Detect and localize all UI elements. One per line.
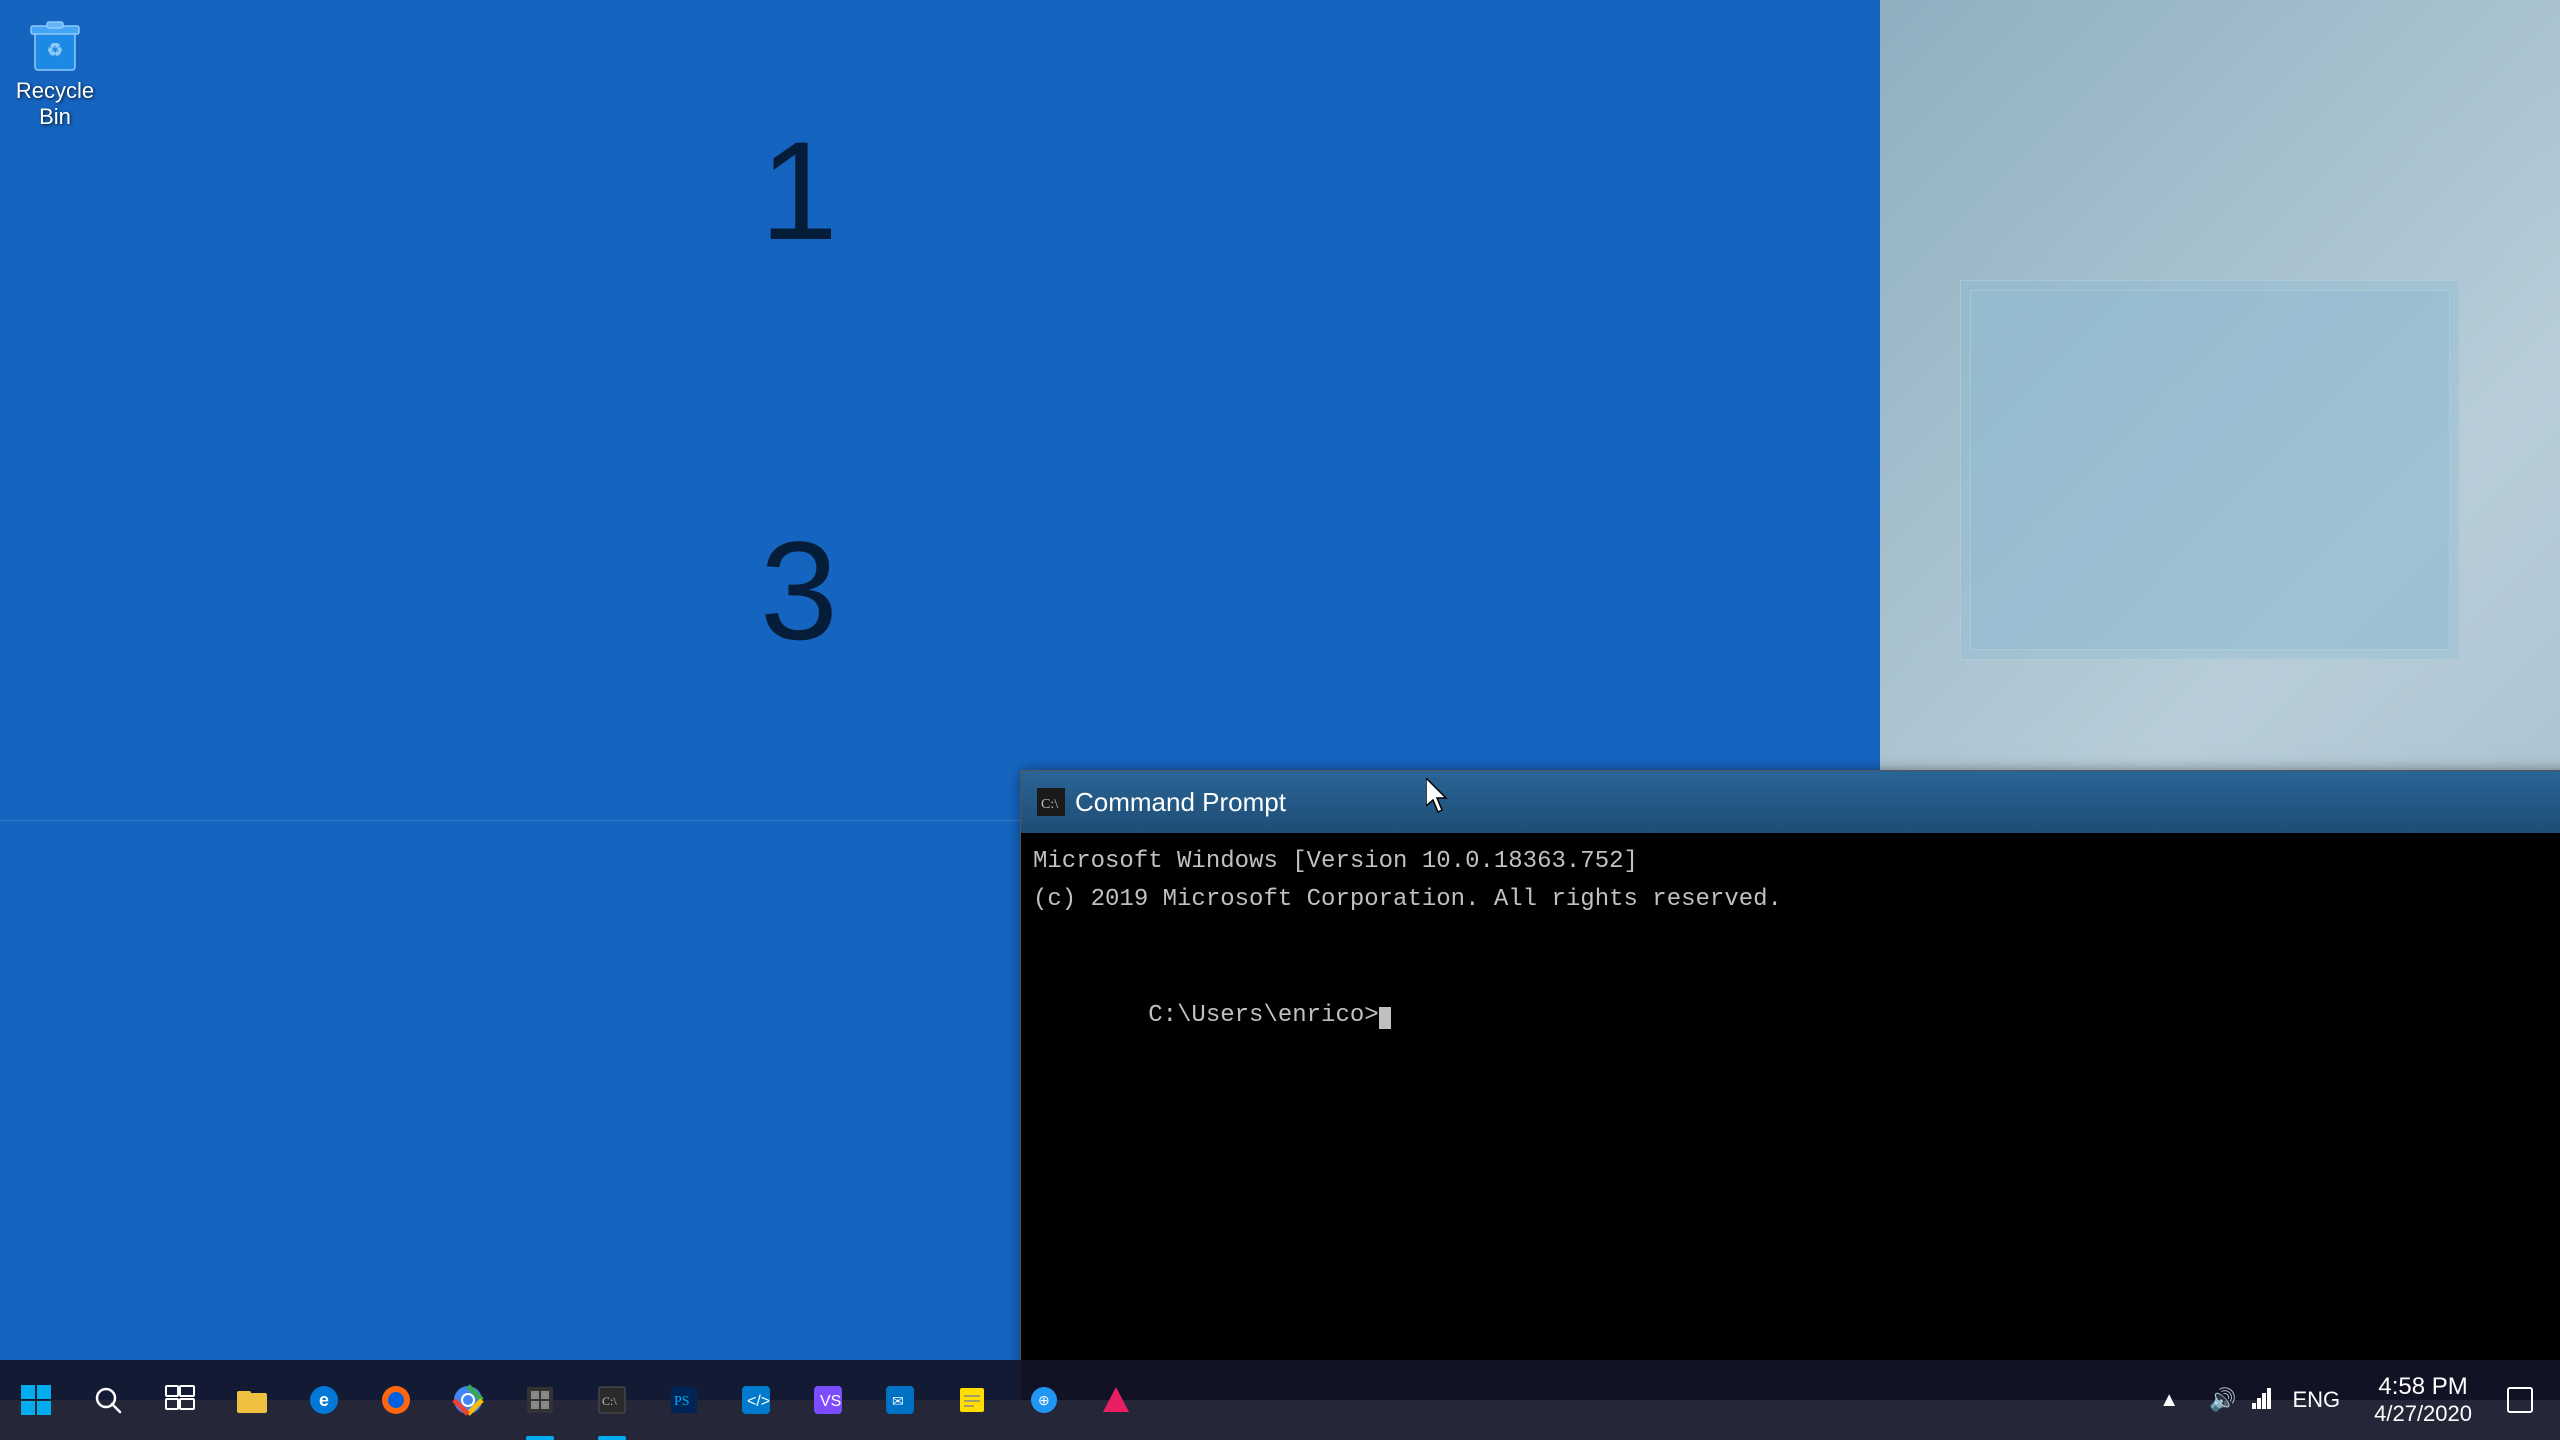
recycle-bin-label: Recycle Bin bbox=[16, 78, 94, 129]
chrome-icon bbox=[452, 1384, 484, 1416]
cmd-titlebar[interactable]: C:\ Command Prompt ─ □ ✕ bbox=[1021, 771, 2560, 833]
app2-icon bbox=[1100, 1384, 1132, 1416]
desktop-label-1: 1 bbox=[760, 110, 838, 272]
clock-time: 4:58 PM bbox=[2374, 1373, 2472, 1401]
powershell-button[interactable]: PS bbox=[648, 1360, 720, 1440]
recycle-bin-svg: ♻ bbox=[23, 10, 87, 74]
svg-text:✉: ✉ bbox=[892, 1393, 904, 1409]
task-view-icon bbox=[165, 1385, 195, 1415]
start-icon bbox=[20, 1384, 52, 1416]
app-icon-1-button[interactable]: ⊕ bbox=[1008, 1360, 1080, 1440]
svg-text:♻: ♻ bbox=[47, 40, 63, 60]
desktop: 1 3 ♻ Recycle Bin C:\ bbox=[0, 0, 2560, 1400]
cmd-app-icon: C:\ bbox=[1037, 788, 1065, 816]
cmd-body[interactable]: Microsoft Windows [Version 10.0.18363.75… bbox=[1021, 833, 2560, 1400]
svg-text:e: e bbox=[319, 1390, 329, 1410]
firefox-icon bbox=[380, 1384, 412, 1416]
taskbar-clock[interactable]: 4:58 PM 4/27/2020 bbox=[2364, 1373, 2482, 1427]
store-icon bbox=[525, 1385, 555, 1415]
taskbar: e C:\ bbox=[0, 1360, 2560, 1440]
cmd-line-3 bbox=[1033, 920, 2560, 958]
system-icons: 🔊 ENG bbox=[2195, 1381, 2354, 1419]
desktop-label-3: 3 bbox=[760, 510, 838, 672]
edge-button[interactable]: e bbox=[288, 1360, 360, 1440]
clock-date: 4/27/2020 bbox=[2374, 1401, 2472, 1427]
vscode-button[interactable]: </> bbox=[720, 1360, 792, 1440]
stickynotes-button[interactable] bbox=[936, 1360, 1008, 1440]
recycle-bin-icon[interactable]: ♻ Recycle Bin bbox=[10, 10, 100, 130]
cmd-cursor bbox=[1379, 1007, 1391, 1029]
taskbar-right: ▲ 🔊 ENG 4:58 PM 4/27/2020 bbox=[2141, 1360, 2560, 1440]
search-button[interactable] bbox=[72, 1360, 144, 1440]
firefox-button[interactable] bbox=[360, 1360, 432, 1440]
file-explorer-button[interactable] bbox=[216, 1360, 288, 1440]
svg-text:⊕: ⊕ bbox=[1038, 1392, 1050, 1408]
terminal-icon: C:\ bbox=[597, 1385, 627, 1415]
powershell-icon: PS bbox=[669, 1385, 699, 1415]
vscode-icon: </> bbox=[740, 1384, 772, 1416]
task-view-button[interactable] bbox=[144, 1360, 216, 1440]
outlook-icon: ✉ bbox=[884, 1384, 916, 1416]
cmd-icon-svg: C:\ bbox=[1037, 788, 1065, 816]
language-indicator[interactable]: ENG bbox=[2288, 1383, 2344, 1417]
cmd-line-2: (c) 2019 Microsoft Corporation. All righ… bbox=[1033, 881, 2560, 919]
start-button[interactable] bbox=[0, 1360, 72, 1440]
notification-icon bbox=[2506, 1386, 2534, 1414]
cmd-title-text: Command Prompt bbox=[1075, 787, 1286, 818]
cmd-prompt-line: C:\Users\enrico> bbox=[1033, 958, 2560, 1073]
volume-icon[interactable]: 🔊 bbox=[2205, 1383, 2240, 1417]
ghost-window-2 bbox=[1970, 290, 2450, 650]
stickynotes-icon bbox=[956, 1384, 988, 1416]
svg-text:</>: </> bbox=[747, 1393, 770, 1410]
svg-text:C:\: C:\ bbox=[1041, 797, 1058, 812]
vs-icon: VS bbox=[812, 1384, 844, 1416]
show-hidden-icons-button[interactable]: ▲ bbox=[2153, 1385, 2185, 1416]
cmd-titlebar-left: C:\ Command Prompt bbox=[1037, 787, 1286, 818]
terminal-button[interactable]: C:\ bbox=[576, 1360, 648, 1440]
svg-text:C:\: C:\ bbox=[602, 1394, 617, 1408]
command-prompt-window: C:\ Command Prompt ─ □ ✕ Microsoft Windo… bbox=[1020, 770, 2560, 1400]
svg-text:VS: VS bbox=[820, 1393, 841, 1410]
network-icon-svg bbox=[2252, 1385, 2276, 1409]
cmd-line-1: Microsoft Windows [Version 10.0.18363.75… bbox=[1033, 843, 2560, 881]
store-button[interactable] bbox=[504, 1360, 576, 1440]
app-icon-2-button[interactable] bbox=[1080, 1360, 1152, 1440]
network-icon[interactable] bbox=[2248, 1381, 2280, 1419]
vs-button[interactable]: VS bbox=[792, 1360, 864, 1440]
file-explorer-icon bbox=[235, 1383, 269, 1417]
app1-icon: ⊕ bbox=[1028, 1384, 1060, 1416]
notification-center-button[interactable] bbox=[2492, 1360, 2548, 1440]
outlook-button[interactable]: ✉ bbox=[864, 1360, 936, 1440]
search-icon bbox=[93, 1385, 123, 1415]
chrome-button[interactable] bbox=[432, 1360, 504, 1440]
svg-text:PS: PS bbox=[674, 1394, 690, 1409]
edge-icon: e bbox=[308, 1384, 340, 1416]
